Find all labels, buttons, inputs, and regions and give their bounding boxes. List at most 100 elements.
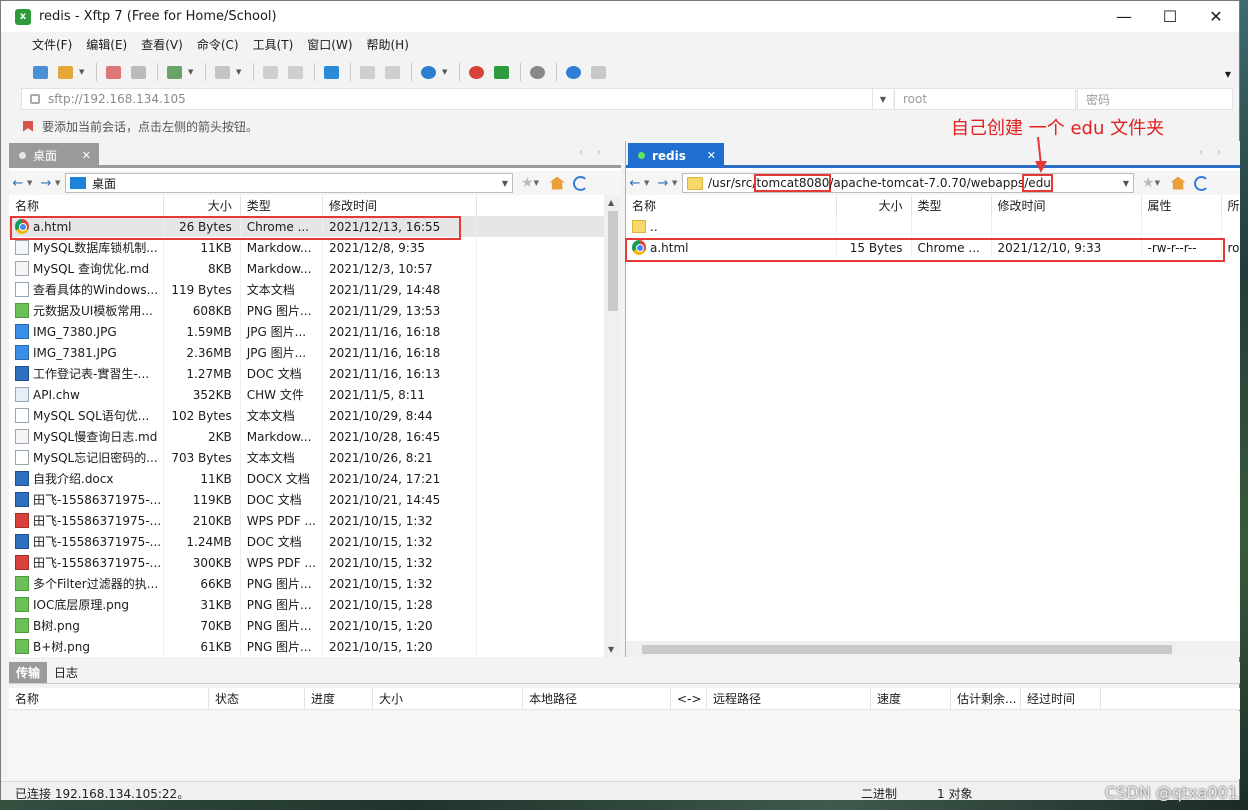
tab-scroll-icons[interactable]: ‹› [579,147,615,158]
col-elapsed[interactable]: 经过时间 [1021,687,1101,710]
col-size[interactable]: 大小 [836,195,912,216]
xshell-icon[interactable] [465,61,487,83]
local-vertical-scrollbar[interactable]: ▲ ▼ [604,195,621,657]
properties-dropdown-icon[interactable]: ▼ [188,68,196,76]
file-row[interactable]: MySQL数据库锁机制... 11KB Markdow... 2021/12/8, 9… [9,237,621,258]
file-row[interactable]: IMG_7381.JPG 2.36MB JPG 图片... 2021/11/16, 1… [9,342,621,363]
file-row[interactable]: a.html 26 Bytes Chrome ... 2021/12/13, 16:5… [9,216,621,237]
file-row[interactable]: MySQL慢查询日志.md 2KB Markdow... 2021/10/28, 16… [9,426,621,447]
col-owner[interactable]: 所 [1221,195,1243,216]
disconnect-icon[interactable] [102,61,124,83]
properties-icon[interactable] [163,61,185,83]
gear-icon[interactable] [526,61,548,83]
username-input[interactable]: root [894,88,1076,110]
col-size[interactable]: 大小 [373,687,523,710]
favorite-dropdown-icon[interactable]: ▼ [534,179,544,187]
col-remote-path[interactable]: 远程路径 [707,687,871,710]
reconnect-icon[interactable] [127,61,149,83]
col-type[interactable]: 类型 [240,195,323,216]
home-icon[interactable] [1170,176,1186,190]
menu-help[interactable]: 帮助(H) [360,36,416,53]
host-input[interactable]: sftp://192.168.134.105 [21,88,873,110]
file-row[interactable]: IMG_7380.JPG 1.59MB JPG 图片... 2021/11/16, 1… [9,321,621,342]
file-row[interactable]: 田飞-15586371975-... 210KB WPS PDF ... 2021/1… [9,510,621,531]
col-type[interactable]: 类型 [911,195,992,216]
forward-icon[interactable]: → [37,176,55,191]
menu-file[interactable]: 文件(F) [25,36,79,53]
path-dropdown-icon[interactable]: ▼ [502,179,508,188]
file-row[interactable]: B树.png 70KB PNG 图片... 2021/10/15, 1:20 [9,615,621,636]
path-dropdown-icon[interactable]: ▼ [1123,179,1129,188]
remote-horizontal-scrollbar[interactable] [626,641,1241,657]
forward-dropdown-icon[interactable]: ▼ [672,179,682,187]
forward-dropdown-icon[interactable]: ▼ [55,179,65,187]
open-dropdown-icon[interactable]: ▼ [79,68,87,76]
file-row[interactable]: MySQL SQL语句优... 102 Bytes 文本文档 2021/10/29, … [9,405,621,426]
col-name[interactable]: 名称 [9,195,164,216]
menu-tools[interactable]: 工具(T) [246,36,301,53]
remote-path-input[interactable]: /usr/src/tomcat8080/apache-tomcat-7.0.70… [682,173,1134,193]
bookmark-icon[interactable] [23,120,33,132]
col-modified[interactable]: 修改时间 [991,195,1142,216]
globe-dropdown-icon[interactable]: ▼ [442,68,450,76]
host-dropdown-icon[interactable]: ▼ [873,88,893,110]
back-dropdown-icon[interactable]: ▼ [27,179,37,187]
col-name[interactable]: 名称 [626,195,837,216]
chat-icon[interactable] [587,61,609,83]
menu-view[interactable]: 查看(V) [134,36,190,53]
parent-directory-row[interactable]: .. [626,216,1243,237]
terminal-dropdown-icon[interactable]: ▼ [236,68,244,76]
file-row[interactable]: API.chw 352KB CHW 文件 2021/11/5, 8:11 [9,384,621,405]
col-direction[interactable]: <-> [671,687,707,710]
col-attributes[interactable]: 属性 [1141,195,1222,216]
toolbar-overflow-icon[interactable]: ▼ [1225,70,1231,79]
password-input[interactable]: 密码 [1077,88,1233,110]
file-row[interactable]: 多个Filter过滤器的执... 66KB PNG 图片... 2021/10/15,… [9,573,621,594]
forward-icon[interactable]: → [654,176,672,191]
tab-close-icon[interactable]: ✕ [707,149,716,162]
col-progress[interactable]: 进度 [305,687,373,710]
col-status[interactable]: 状态 [209,687,305,710]
globe-icon[interactable] [417,61,439,83]
back-icon[interactable]: ← [626,176,644,191]
xftp-icon[interactable] [490,61,512,83]
terminal-icon[interactable] [211,61,233,83]
tab-scroll-icons[interactable]: ‹› [1199,147,1235,158]
favorite-star-icon[interactable]: ★ [521,175,534,191]
sync-transfer-icon[interactable] [320,61,342,83]
file-row[interactable]: IOC底层原理.png 31KB PNG 图片... 2021/10/15, 1:28 [9,594,621,615]
file-row[interactable]: 自我介绍.docx 11KB DOCX 文档 2021/10/24, 17:21 [9,468,621,489]
refresh-icon[interactable] [1193,175,1209,191]
favorite-dropdown-icon[interactable]: ▼ [1155,179,1165,187]
file-row[interactable]: 工作登记表-實習生-... 1.27MB DOC 文档 2021/11/16, 16:… [9,363,621,384]
close-icon[interactable]: ✕ [1193,1,1239,32]
delete-icon[interactable] [381,61,403,83]
menu-edit[interactable]: 编辑(E) [79,36,134,53]
col-speed[interactable]: 速度 [871,687,951,710]
back-dropdown-icon[interactable]: ▼ [644,179,654,187]
file-row[interactable]: B+树.png 61KB PNG 图片... 2021/10/15, 1:20 [9,636,621,657]
file-row[interactable]: 田飞-15586371975-... 119KB DOC 文档 2021/10/21,… [9,489,621,510]
copy-icon[interactable] [259,61,281,83]
menu-command[interactable]: 命令(C) [190,36,246,53]
transfer-list[interactable] [9,711,1241,779]
tab-desktop[interactable]: 桌面 ✕ [9,143,99,168]
file-row[interactable]: a.html 15 Bytes Chrome ... 2021/12/10, 9:33… [626,237,1243,258]
file-row[interactable]: 查看具体的Windows... 119 Bytes 文本文档 2021/11/29, … [9,279,621,300]
tab-close-icon[interactable]: ✕ [82,149,91,162]
menu-window[interactable]: 窗口(W) [300,36,359,53]
refresh-icon[interactable] [572,175,588,191]
home-icon[interactable] [549,176,565,190]
tab-log[interactable]: 日志 [47,662,85,683]
new-session-icon[interactable] [29,61,51,83]
file-row[interactable]: 田飞-15586371975-... 1.24MB DOC 文档 2021/10/15… [9,531,621,552]
col-remaining[interactable]: 估计剩余... [951,687,1021,710]
minimize-icon[interactable]: — [1101,1,1147,32]
paste-icon[interactable] [284,61,306,83]
tab-transfers[interactable]: 传输 [9,662,48,683]
col-modified[interactable]: 修改时间 [322,195,478,216]
file-row[interactable]: 元数据及UI模板常用... 608KB PNG 图片... 2021/11/29, 1… [9,300,621,321]
tab-redis[interactable]: redis ✕ [628,143,724,168]
col-transfer-name[interactable]: 名称 [9,687,209,710]
move-icon[interactable] [356,61,378,83]
